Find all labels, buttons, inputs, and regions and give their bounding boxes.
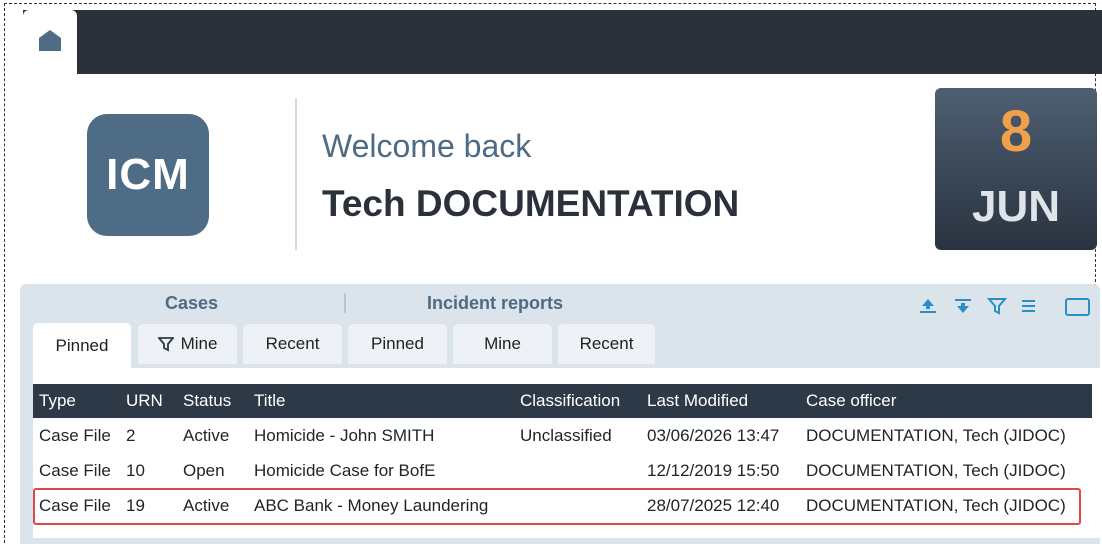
- group-separator: [344, 293, 346, 313]
- date-day: 8: [999, 99, 1033, 164]
- cell-type: Case File: [39, 460, 111, 480]
- cell-urn: 2: [126, 425, 136, 445]
- column-header-type[interactable]: Type: [33, 384, 120, 418]
- expand-down-icon[interactable]: [953, 296, 973, 318]
- row-highlight-box: [33, 488, 1081, 525]
- logo-text: ICM: [106, 150, 190, 199]
- header-divider: [295, 98, 297, 250]
- maximize-icon[interactable]: [1064, 296, 1092, 318]
- cell-classification: [514, 453, 641, 488]
- home-tab[interactable]: [23, 10, 77, 74]
- date-badge: 8 JUN: [935, 88, 1097, 250]
- column-header-classification[interactable]: Classification: [514, 384, 641, 418]
- tab-label: Pinned: [371, 334, 424, 353]
- top-bar: [23, 10, 1102, 74]
- tab-label: Pinned: [55, 335, 109, 355]
- tab-label: Recent: [579, 334, 634, 353]
- collapse-up-icon[interactable]: [918, 296, 938, 318]
- menu-icon[interactable]: [1020, 296, 1038, 318]
- welcome-text: Welcome back: [322, 128, 532, 164]
- date-month: JUN: [971, 182, 1061, 231]
- group-label-incidents: Incident reports: [427, 293, 564, 313]
- column-header-status[interactable]: Status: [177, 384, 248, 418]
- filter-icon: [157, 337, 174, 352]
- column-header-last-modified[interactable]: Last Modified: [641, 384, 800, 418]
- cell-urn: 10: [126, 460, 145, 480]
- column-header-title[interactable]: Title: [248, 384, 514, 418]
- table-row[interactable]: Case File 10 Open Homicide Case for BofE…: [33, 453, 1092, 488]
- cell-case-officer: DOCUMENTATION, Tech (JIDOC): [806, 425, 1066, 445]
- cell-status: Active: [183, 425, 230, 445]
- table-row[interactable]: Case File 2 Active Homicide - John SMITH…: [33, 418, 1092, 453]
- tab-cases-recent[interactable]: Recent: [243, 324, 342, 364]
- tab-cases-pinned[interactable]: Pinned: [33, 323, 131, 368]
- cell-last-modified: 03/06/2026 13:47: [647, 425, 780, 445]
- tab-label: Mine: [180, 334, 218, 353]
- cell-case-officer: DOCUMENTATION, Tech (JIDOC): [806, 460, 1066, 480]
- tab-label: Recent: [265, 334, 320, 353]
- group-label-cases: Cases: [165, 293, 219, 313]
- home-icon: [39, 30, 61, 51]
- cell-last-modified: 12/12/2019 15:50: [647, 460, 780, 480]
- tab-label: Mine: [484, 334, 521, 353]
- table-header: Type URN Status Title Classification Las…: [33, 384, 1092, 418]
- column-header-case-officer[interactable]: Case officer: [800, 384, 1092, 418]
- user-name: Tech DOCUMENTATION: [322, 183, 740, 224]
- cell-status: Open: [183, 460, 225, 480]
- tab-incidents-pinned[interactable]: Pinned: [348, 324, 447, 364]
- tab-incidents-mine[interactable]: Mine: [453, 324, 552, 364]
- cell-title: Homicide Case for BofE: [254, 460, 436, 480]
- cell-classification: Unclassified: [520, 425, 612, 445]
- cell-title: Homicide - John SMITH: [254, 425, 435, 445]
- icm-logo: ICM: [87, 114, 209, 236]
- filter-icon[interactable]: [986, 296, 1008, 318]
- cell-type: Case File: [39, 425, 111, 445]
- column-header-urn[interactable]: URN: [120, 384, 177, 418]
- tab-cases-mine[interactable]: Mine: [138, 324, 237, 364]
- tab-incidents-recent[interactable]: Recent: [558, 324, 655, 364]
